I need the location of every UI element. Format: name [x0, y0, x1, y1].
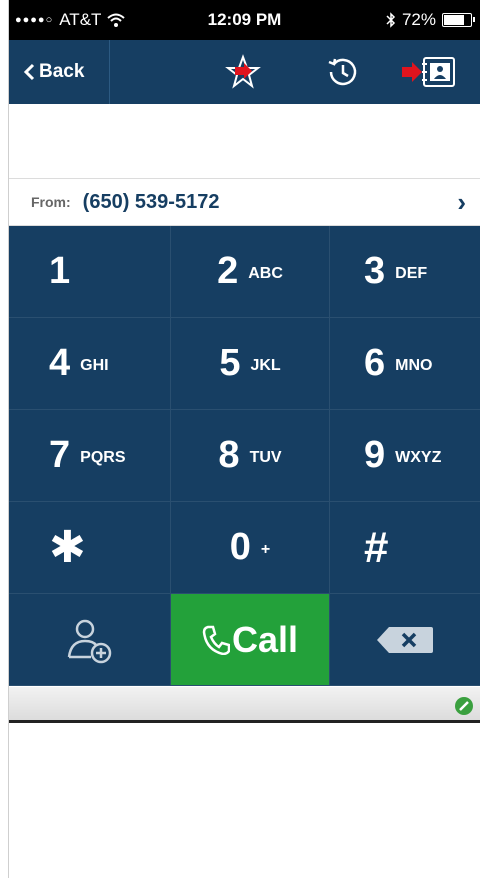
add-contact-icon — [67, 619, 111, 663]
from-label: From: — [31, 194, 71, 210]
phone-screen: ●●●●○ AT&T 12:09 PM 72% Back From: (650)… — [8, 0, 480, 878]
key-digit: 6 — [364, 342, 386, 384]
key-digit: ✱ — [49, 523, 86, 572]
key-0[interactable]: 0 + — [171, 502, 329, 593]
key-1[interactable]: 1 — [9, 226, 170, 317]
backspace-button[interactable] — [330, 594, 480, 685]
navigation-bar: Back — [9, 40, 480, 104]
key-digit: 0 — [229, 526, 251, 568]
key-letters: GHI — [80, 356, 109, 374]
key-letters: ABC — [248, 264, 283, 282]
bottom-status-bar — [9, 687, 480, 723]
battery-icon — [442, 13, 475, 27]
dial-keypad: 1 2 ABC 3 DEF 4 GHI 5 JKL 6 MNO 7 PQRS 8 TUV 9W… — [9, 226, 480, 686]
key-letters: JKL — [250, 356, 281, 374]
from-number: (650) 539-5172 — [82, 190, 220, 213]
key-hash[interactable]: # — [330, 502, 480, 593]
key-letters: MNO — [395, 356, 433, 374]
key-letters: PQRS — [80, 448, 126, 466]
key-digit: 7 — [49, 434, 71, 476]
key-digit: 9 — [364, 434, 386, 476]
contacts-book-icon[interactable] — [399, 54, 463, 90]
favorites-star-icon[interactable] — [223, 54, 263, 90]
phone-icon — [202, 625, 230, 655]
key-3[interactable]: 3 DEF — [330, 226, 480, 317]
key-digit: 3 — [364, 250, 386, 292]
key-8[interactable]: 8 TUV — [171, 410, 329, 501]
chevron-right-icon: › — [457, 187, 466, 217]
key-2[interactable]: 2 ABC — [171, 226, 329, 317]
call-button[interactable]: Call — [171, 594, 329, 685]
backspace-icon — [377, 626, 433, 653]
recents-clock-icon[interactable] — [323, 54, 363, 90]
key-digit: 1 — [49, 250, 71, 292]
key-letters: + — [260, 540, 271, 558]
dialed-number-display[interactable] — [9, 104, 480, 178]
status-bar: ●●●●○ AT&T 12:09 PM 72% — [9, 0, 480, 40]
edit-check-icon[interactable] — [454, 696, 474, 716]
key-digit: # — [364, 522, 389, 572]
key-digit: 5 — [219, 342, 241, 384]
key-letters: DEF — [395, 264, 428, 282]
bluetooth-icon — [386, 12, 396, 28]
key-digit: 8 — [218, 434, 240, 476]
chevron-left-icon — [23, 63, 35, 81]
key-5[interactable]: 5 JKL — [171, 318, 329, 409]
call-label: Call — [231, 618, 299, 660]
battery-percent: 72% — [401, 10, 436, 29]
key-digit: 4 — [49, 342, 71, 384]
back-label: Back — [39, 61, 85, 82]
key-9[interactable]: 9 WXYZ — [330, 410, 480, 501]
back-button[interactable]: Back — [9, 40, 110, 104]
add-contact-button[interactable] — [9, 594, 170, 685]
from-number-row[interactable]: From: (650) 539-5172 › — [9, 178, 480, 226]
key-4[interactable]: 4 GHI — [9, 318, 170, 409]
key-letters: TUV — [249, 448, 282, 466]
key-star[interactable]: ✱ — [9, 502, 170, 593]
key-digit: 2 — [217, 250, 239, 292]
key-7[interactable]: 7 PQRS — [9, 410, 170, 501]
key-letters: WXYZ — [395, 448, 442, 466]
key-6[interactable]: 6 MNO — [330, 318, 480, 409]
